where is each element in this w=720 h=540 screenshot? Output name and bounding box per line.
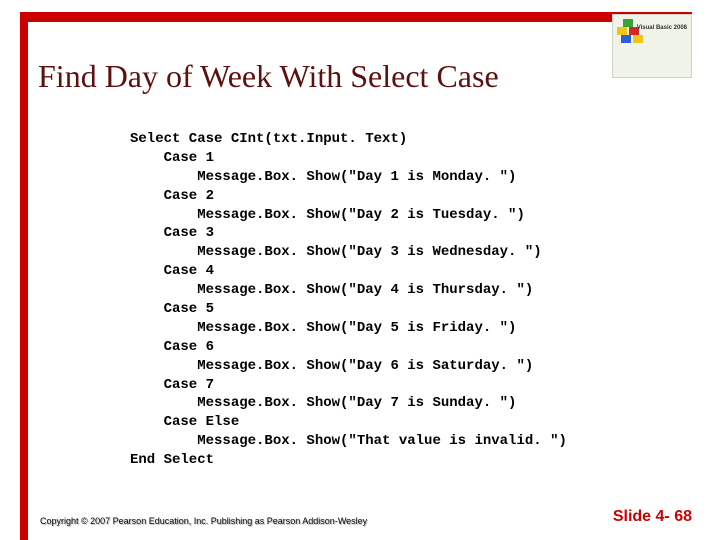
code-block: Select Case CInt(txt.Input. Text) Case 1… — [130, 130, 567, 470]
footer: Copyright © 2007 Pearson Education, Inc.… — [40, 508, 692, 526]
accent-side-bar — [20, 12, 28, 540]
accent-top-bar — [28, 12, 692, 22]
logo-text: Visual Basic 2008 — [637, 25, 687, 32]
copyright-text: Copyright © 2007 Pearson Education, Inc.… — [40, 516, 367, 526]
slide-number: Slide 4- 68 — [613, 508, 692, 526]
slide-title: Find Day of Week With Select Case — [38, 58, 499, 95]
book-logo: Visual Basic 2008 — [612, 14, 692, 78]
lego-blocks-icon — [617, 19, 647, 47]
